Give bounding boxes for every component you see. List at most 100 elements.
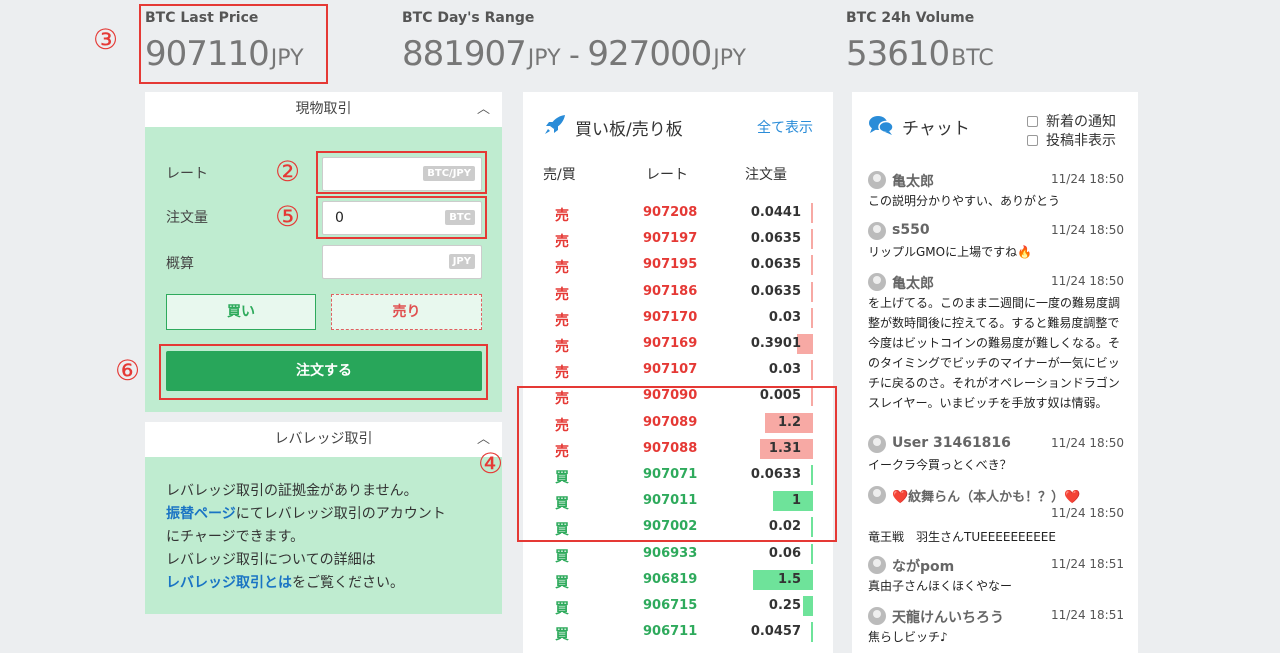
chat-text: を上げてる。このまま二週間に一度の難易度調整が数時間後に控えてる。すると難易度調… xyxy=(868,296,1121,410)
order-amount[interactable]: 0.03 xyxy=(769,362,801,377)
leverage-title: レバレッジ取引 xyxy=(274,431,373,447)
day-range-low: 881907 xyxy=(402,34,527,74)
estimate-unit-tag: JPY xyxy=(448,254,475,269)
leverage-line5: をご覧ください。 xyxy=(292,575,404,591)
hide-posts-label: 投稿非表示 xyxy=(1046,133,1116,149)
order-rate[interactable]: 906711 xyxy=(643,624,697,639)
chat-time: 11/24 18:51 xyxy=(1051,608,1124,622)
chat-text: 真由子さんほくほくやなー xyxy=(868,579,1013,593)
chat-username[interactable]: 亀太郎 xyxy=(892,171,934,191)
orderbook-row[interactable]: 売 907195 0.0635 xyxy=(523,252,833,278)
day-range-value: 881907JPY - 927000JPY xyxy=(402,34,746,74)
sell-toggle-button[interactable]: 売り xyxy=(331,294,482,330)
orderbook-row[interactable]: 買 906819 1.5 xyxy=(523,567,833,593)
avatar xyxy=(868,607,886,625)
buy-toggle-button[interactable]: 買い xyxy=(166,294,316,330)
rocket-icon xyxy=(545,115,565,134)
order-amount[interactable]: 0.0635 xyxy=(751,257,801,272)
hide-posts-checkbox[interactable]: 投稿非表示 xyxy=(1027,130,1116,150)
orderbook-row[interactable]: 買 906933 0.06 xyxy=(523,541,833,567)
order-side: 売 xyxy=(555,312,569,329)
orderbook-row[interactable]: 売 907197 0.0635 xyxy=(523,226,833,252)
day-range-low-unit: JPY xyxy=(527,46,561,71)
leverage-info-link[interactable]: レバレッジ取引とは xyxy=(166,575,292,591)
order-amount[interactable]: 0.0635 xyxy=(751,231,801,246)
checkbox-box[interactable] xyxy=(1027,116,1038,127)
volume-label: BTC 24h Volume xyxy=(846,10,975,26)
day-range-high-unit: JPY xyxy=(713,46,746,71)
estimate-label: 概算 xyxy=(166,256,194,272)
col-side-header: 売/買 xyxy=(543,167,576,183)
chat-username[interactable]: s550 xyxy=(892,222,930,238)
chat-text: イークラ今買っとくべき？ xyxy=(868,458,1012,472)
chat-time: 11/24 18:50 xyxy=(1051,436,1124,450)
leverage-line4: レバレッジ取引についての詳細は xyxy=(166,552,376,568)
volume-unit: BTC xyxy=(951,46,994,71)
depth-bar xyxy=(811,281,813,302)
avatar xyxy=(868,435,886,453)
order-rate[interactable]: 907186 xyxy=(643,284,697,299)
order-rate[interactable]: 907170 xyxy=(643,310,697,325)
leverage-panel: レバレッジ取引 ︿ レバレッジ取引の証拠金がありません。 振替ページにてレバレッ… xyxy=(145,422,502,614)
order-amount[interactable]: 0.0457 xyxy=(751,624,801,639)
orderbook-row[interactable]: 買 906715 0.25 xyxy=(523,593,833,619)
chat-time: 11/24 18:50 xyxy=(1051,506,1124,520)
chat-username[interactable]: ❤️紋舞らん（本人かも！？）❤️ xyxy=(892,486,1080,505)
orderbook-row[interactable]: 売 907169 0.3901 xyxy=(523,331,833,357)
order-rate[interactable]: 906933 xyxy=(643,546,697,561)
order-rate[interactable]: 907169 xyxy=(643,336,697,351)
day-range-high: 927000 xyxy=(587,34,712,74)
chat-username[interactable]: User 31461816 xyxy=(892,435,1011,451)
checkbox-box[interactable] xyxy=(1027,135,1038,146)
order-rate[interactable]: 906715 xyxy=(643,598,697,613)
order-amount[interactable]: 0.03 xyxy=(769,310,801,325)
order-rate[interactable]: 907195 xyxy=(643,257,697,272)
chat-username[interactable]: ながpom xyxy=(892,556,954,576)
order-amount[interactable]: 0.3901 xyxy=(751,336,801,351)
annotation-6: ⑥ xyxy=(115,354,141,387)
order-side: 買 xyxy=(555,627,569,644)
order-amount[interactable]: 0.25 xyxy=(769,598,801,613)
orderbook-row[interactable]: 買 906711 0.0457 xyxy=(523,619,833,645)
order-rate[interactable]: 907107 xyxy=(643,362,697,377)
annotation-5: ⑤ xyxy=(275,200,301,233)
avatar xyxy=(868,222,886,240)
show-all-link[interactable]: 全て表示 xyxy=(757,117,813,137)
chat-bubbles-icon xyxy=(869,116,894,135)
order-rate[interactable]: 907208 xyxy=(643,205,697,220)
order-amount[interactable]: 1.5 xyxy=(778,572,801,587)
chat-username[interactable]: 亀太郎 xyxy=(892,273,934,293)
annotation-3: ③ xyxy=(93,23,119,56)
annotation-box-order xyxy=(159,344,488,400)
chat-username[interactable]: 天龍けんいちろう xyxy=(892,607,1004,627)
chevron-up-icon[interactable]: ︿ xyxy=(477,92,490,127)
orderbook-title: 買い板/売り板 xyxy=(575,120,683,140)
depth-bar xyxy=(811,543,813,564)
depth-bar xyxy=(811,307,813,328)
orderbook-row[interactable]: 売 907208 0.0441 xyxy=(523,200,833,226)
leverage-header[interactable]: レバレッジ取引 ︿ xyxy=(145,422,502,457)
orderbook-panel: 買い板/売り板 全て表示 売/買 レート 注文量 売 907208 0.0441 売 9… xyxy=(523,92,833,653)
depth-bar xyxy=(803,596,813,616)
order-side: 売 xyxy=(555,339,569,355)
col-amount-header: 注文量 xyxy=(745,167,787,183)
order-rate[interactable]: 906819 xyxy=(643,572,697,587)
orderbook-row[interactable]: 売 907186 0.0635 xyxy=(523,279,833,305)
avatar xyxy=(868,556,886,574)
order-amount[interactable]: 0.06 xyxy=(769,546,801,561)
order-side: 買 xyxy=(555,574,569,591)
order-rate[interactable]: 907197 xyxy=(643,231,697,246)
order-amount[interactable]: 0.0441 xyxy=(751,205,801,220)
transfer-page-link[interactable]: 振替ページ xyxy=(166,506,236,522)
notify-checkbox[interactable]: 新着の通知 xyxy=(1027,111,1116,131)
orderbook-row[interactable]: 売 907107 0.03 xyxy=(523,357,833,383)
orderbook-row[interactable]: 売 907170 0.03 xyxy=(523,305,833,331)
avatar xyxy=(868,171,886,189)
estimate-field: JPY xyxy=(322,245,482,279)
avatar xyxy=(868,273,886,291)
order-side: 売 xyxy=(555,365,569,382)
chat-text: この説明分かりやすい、ありがとう xyxy=(868,194,1061,208)
last-price-unit: JPY xyxy=(270,46,304,71)
spot-trade-header[interactable]: 現物取引 ︿ xyxy=(145,92,502,127)
order-amount[interactable]: 0.0635 xyxy=(751,284,801,299)
